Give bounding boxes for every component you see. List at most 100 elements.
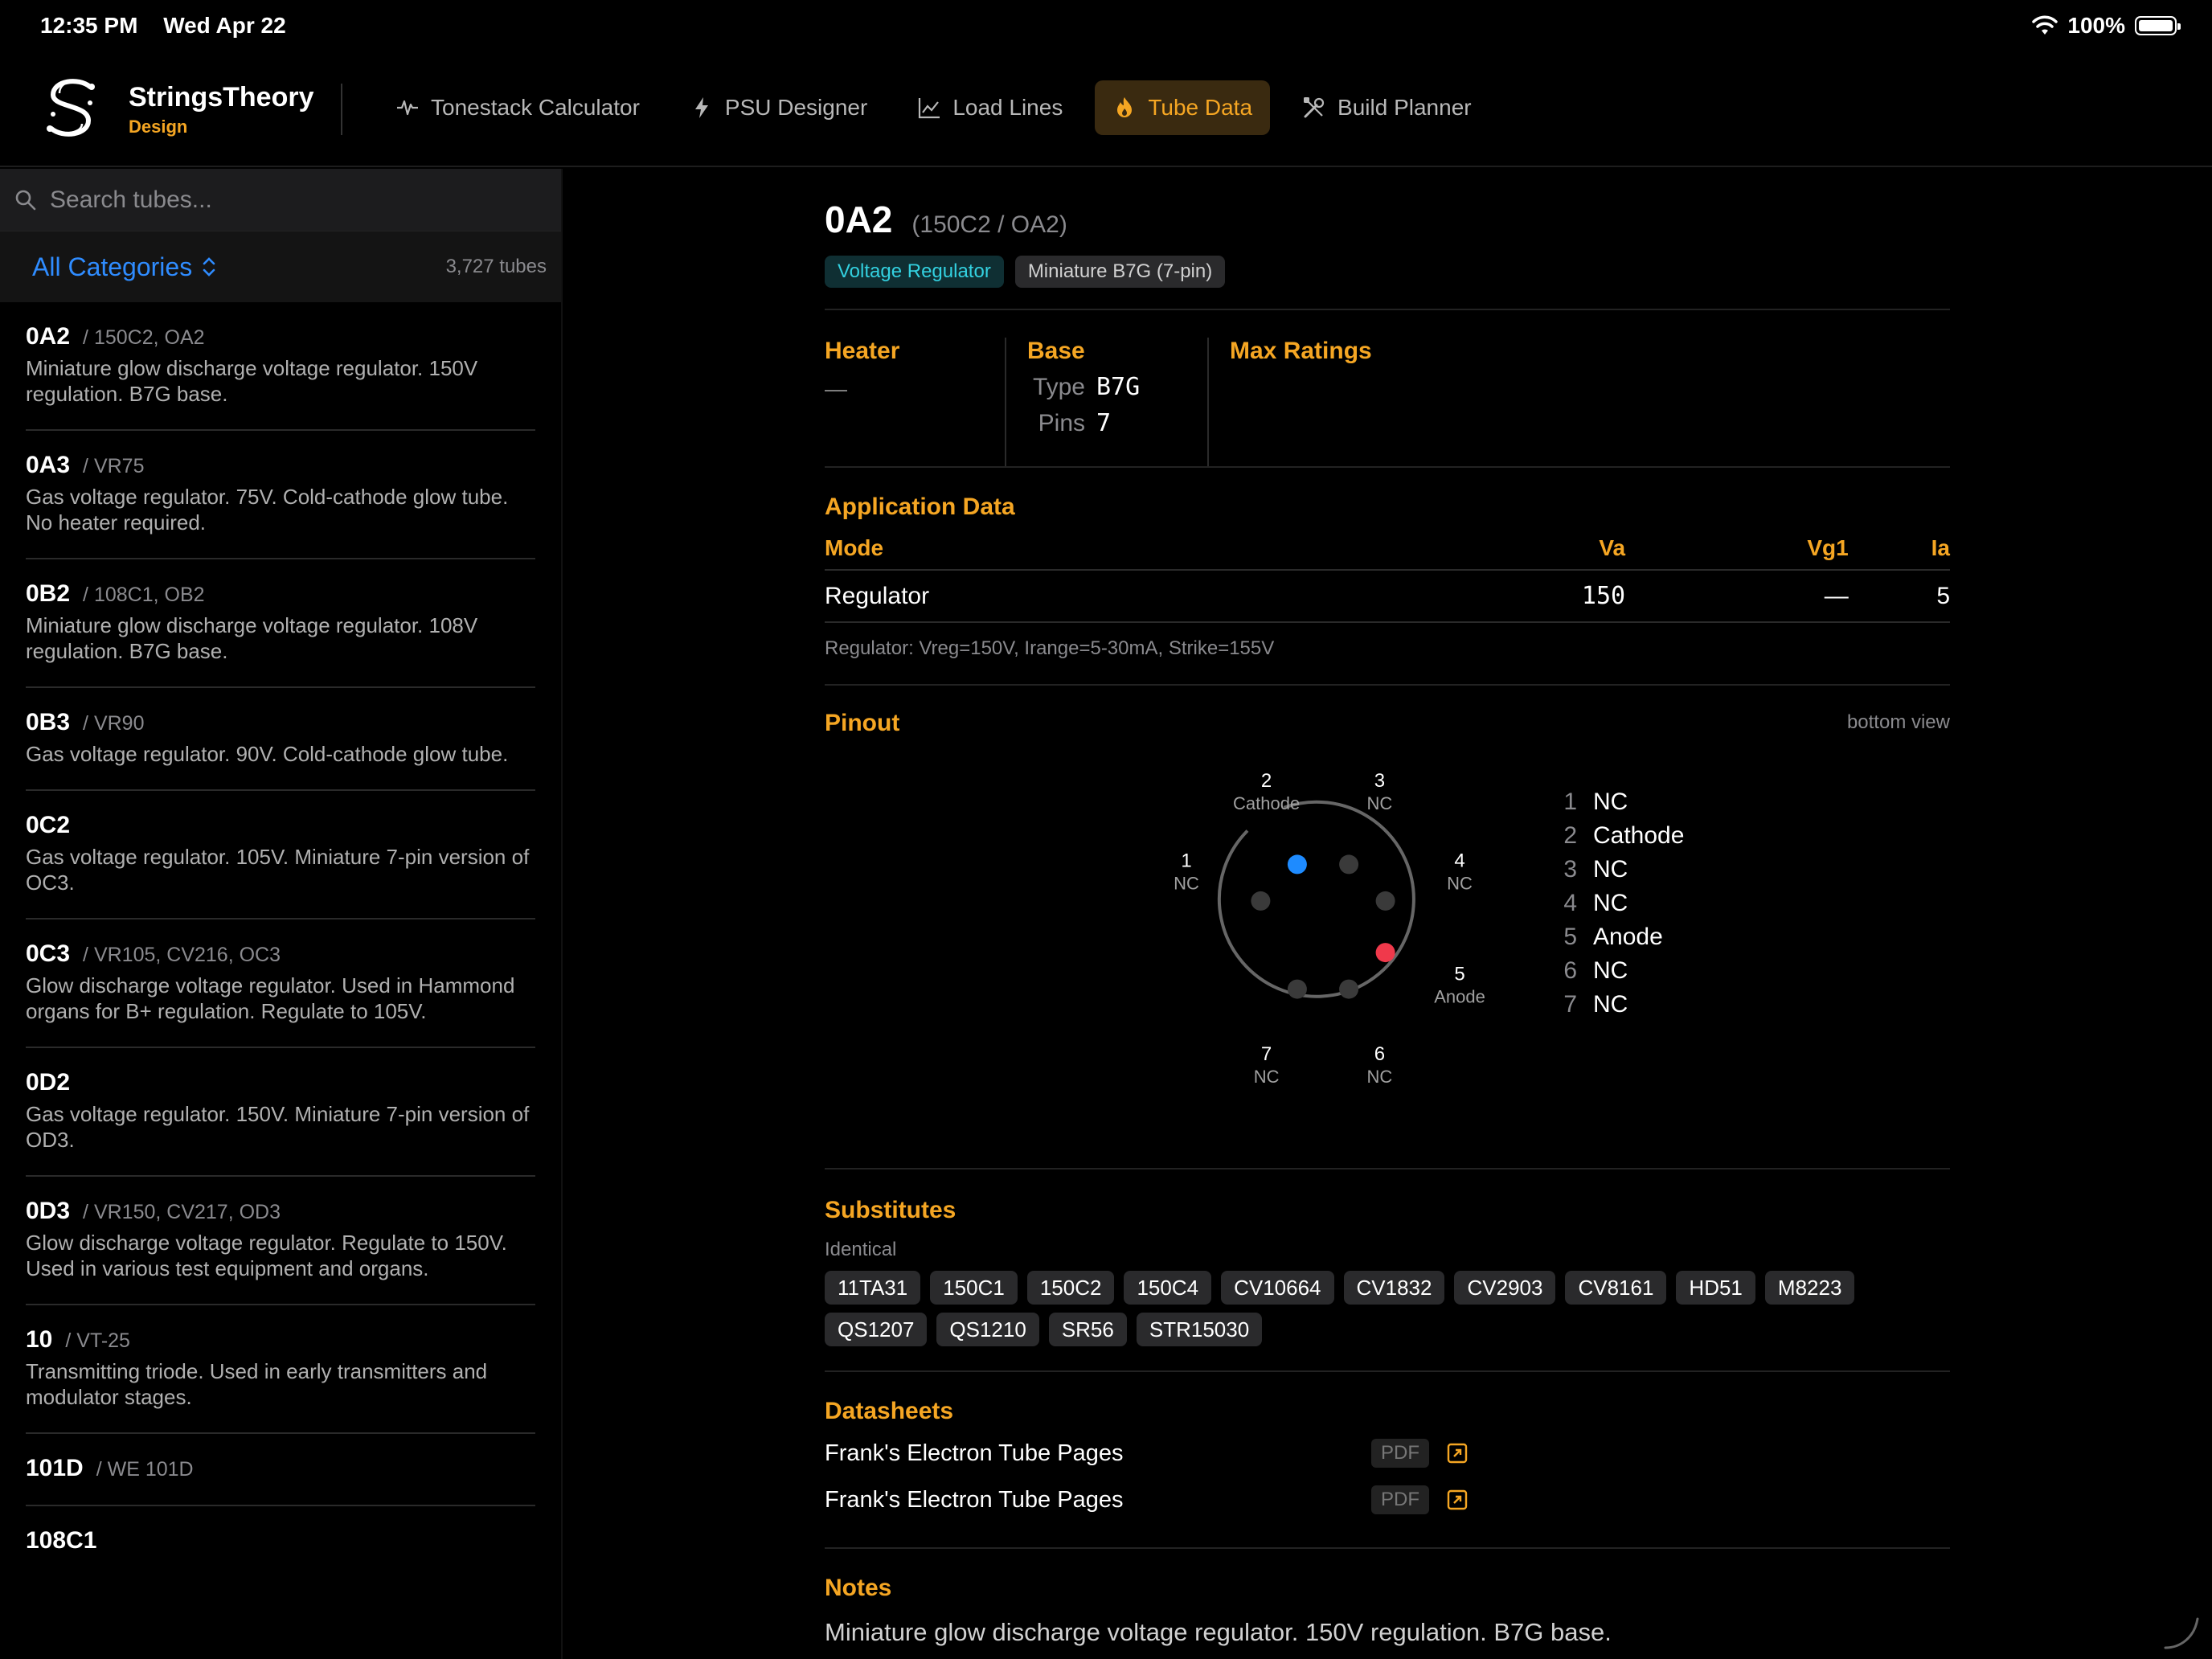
pin-1-dot (1251, 891, 1271, 911)
pin-function: NC (1593, 856, 1628, 883)
tube-name: 10 (26, 1326, 53, 1353)
nav-tonestack-calculator[interactable]: Tonestack Calculator (378, 80, 657, 135)
datasheet-name[interactable]: Frank's Electron Tube Pages (825, 1440, 1371, 1467)
external-link-icon[interactable] (1447, 1489, 1468, 1510)
nav-load-lines[interactable]: Load Lines (899, 80, 1080, 135)
substitute-chip[interactable]: CV1832 (1343, 1271, 1445, 1305)
pin-number: 2 (1563, 822, 1577, 849)
substitute-chip[interactable]: HD51 (1676, 1271, 1755, 1305)
table-header-row: Mode Va Vg1 Ia (825, 532, 1950, 571)
tube-description: Transmitting triode. Used in early trans… (26, 1359, 488, 1409)
substitute-chip[interactable]: SR56 (1048, 1313, 1127, 1346)
pin-6-function: NC (1367, 1067, 1393, 1087)
base-title: Base (1027, 338, 1085, 364)
tube-alias: / VR75 (83, 455, 145, 477)
tube-name: 101D (26, 1455, 84, 1481)
pin-6-number: 6 (1374, 1043, 1385, 1065)
pinout-diagram: 1NC2Cathode3NC4NC5Anode6NC7NC (1174, 770, 1485, 1087)
substitute-chip[interactable]: STR15030 (1136, 1313, 1263, 1346)
list-item[interactable]: 0C3 / VR105, CV216, OC3 Glow discharge vo… (26, 920, 535, 1048)
nav-label: Build Planner (1337, 95, 1472, 120)
list-item[interactable]: 0D2 Gas voltage regulator. 150V. Miniatu… (26, 1048, 535, 1177)
flame-icon (1117, 97, 1133, 117)
list-item[interactable]: 0B3 / VR90 Gas voltage regulator. 90V. Co… (26, 688, 535, 791)
substitute-chip[interactable]: CV10664 (1221, 1271, 1334, 1305)
pin-legend-row: 6 NC (1563, 954, 1684, 988)
category-select[interactable]: All Categories (32, 252, 216, 282)
nav-tube-data[interactable]: Tube Data (1095, 80, 1271, 135)
external-link-icon[interactable] (1447, 1443, 1468, 1464)
notes-section: Notes Miniature glow discharge voltage r… (825, 1549, 1950, 1647)
nav-label: PSU Designer (724, 95, 868, 120)
base-type-label: Type (1032, 374, 1085, 400)
nav-label: Tonestack Calculator (431, 95, 640, 120)
pin-function: NC (1593, 789, 1628, 815)
pin-7-number: 7 (1261, 1043, 1272, 1065)
substitute-chip[interactable]: QS1210 (936, 1313, 1039, 1346)
logo-icon[interactable] (39, 76, 104, 141)
substitute-chip[interactable]: CV2903 (1454, 1271, 1556, 1305)
detail-title-row: 0A2 (150C2 / OA2) (825, 198, 1950, 241)
tube-description: Miniature glow discharge voltage regulat… (26, 613, 478, 663)
tube-name: 0B3 (26, 709, 71, 735)
status-right: 100% (2032, 13, 2181, 39)
cell-mode: Regulator (825, 570, 1391, 623)
pin-function: Cathode (1593, 822, 1685, 849)
tube-alias: / VR150, CV217, OD3 (83, 1201, 281, 1223)
nav-psu-designer[interactable]: PSU Designer (672, 80, 885, 135)
list-item[interactable]: 0A3 / VR75 Gas voltage regulator. 75V. Co… (26, 431, 535, 559)
search-icon (15, 190, 36, 210)
list-item[interactable]: 101D / WE 101D (26, 1434, 535, 1506)
tools-icon (1304, 97, 1325, 118)
search-input[interactable] (50, 186, 500, 214)
datasheet-row[interactable]: Frank's Electron Tube Pages PDF (825, 1477, 1950, 1523)
pin-function: NC (1593, 991, 1628, 1018)
substitute-chip[interactable]: M8223 (1764, 1271, 1855, 1305)
pin-legend-row: 3 NC (1563, 853, 1684, 887)
resize-handle-icon[interactable] (2161, 1611, 2201, 1651)
list-item[interactable]: 10 / VT-25 Transmitting triode. Used in e… (26, 1305, 535, 1434)
tube-name: 0D2 (26, 1069, 71, 1096)
pinout-section: Pinout bottom view 1 NC 2 Cathode 3 NC 4 NC 5 Ano… (825, 686, 1950, 1168)
list-item[interactable]: 0B2 / 108C1, OB2 Miniature glow discharge… (26, 559, 535, 688)
substitute-chip[interactable]: CV8161 (1565, 1271, 1667, 1305)
substitute-chip[interactable]: 150C2 (1026, 1271, 1115, 1305)
col-va: Va (1390, 532, 1626, 571)
pin-function: Anode (1593, 924, 1663, 950)
line-chart-icon (919, 98, 940, 119)
substitutes-title: Substitutes (825, 1197, 956, 1223)
pin-4-number: 4 (1454, 850, 1464, 872)
list-item[interactable]: 108C1 (26, 1506, 535, 1577)
base-pins-label: Pins (1038, 410, 1085, 436)
category-label: All Categories (32, 252, 193, 281)
tube-alias: / 108C1, OB2 (83, 584, 205, 606)
substitute-chip[interactable]: 150C4 (1124, 1271, 1212, 1305)
datasheets-title: Datasheets (825, 1398, 954, 1424)
tube-alias: / VT-25 (65, 1329, 130, 1352)
tube-detail: 0A2 (150C2 / OA2) Voltage Regulator Mini… (825, 169, 1950, 1647)
datasheet-name[interactable]: Frank's Electron Tube Pages (825, 1487, 1371, 1514)
pin-number: 4 (1563, 890, 1577, 916)
application-title: Application Data (825, 494, 1015, 520)
brand-name: StringsTheory (129, 82, 314, 113)
status-left: 12:35 PM Wed Apr 22 (40, 13, 305, 39)
list-item[interactable]: 0A2 / 150C2, OA2 Miniature glow discharge… (26, 302, 535, 431)
substitute-chip[interactable]: 11TA31 (825, 1271, 921, 1305)
app-header: StringsTheory Design Tonestack Calculato… (0, 51, 2212, 167)
tube-description: Gas voltage regulator. 90V. Cold-cathode… (26, 742, 509, 766)
tube-name: 0B2 (26, 580, 71, 607)
pinout-title: Pinout (825, 710, 900, 736)
substitute-chip[interactable]: 150C1 (930, 1271, 1018, 1305)
tube-name: 0A2 (26, 323, 71, 350)
nav-build-planner[interactable]: Build Planner (1284, 80, 1489, 135)
pin-legend-row: 5 Anode (1563, 920, 1684, 954)
list-item[interactable]: 0C2 Gas voltage regulator. 105V. Miniatu… (26, 791, 535, 920)
list-item[interactable]: 0D3 / VR150, CV217, OD3 Glow discharge vo… (26, 1177, 535, 1305)
substitute-chip[interactable]: QS1207 (825, 1313, 928, 1346)
detail-title: 0A2 (825, 199, 893, 240)
application-table: Mode Va Vg1 Ia Regulator 150 — 5 (825, 532, 1950, 623)
datasheet-row[interactable]: Frank's Electron Tube Pages PDF (825, 1430, 1950, 1477)
status-date: Wed Apr 22 (163, 13, 286, 38)
pin-legend-row: 7 NC (1563, 988, 1684, 1022)
base-pins-value: 7 (1096, 409, 1112, 437)
